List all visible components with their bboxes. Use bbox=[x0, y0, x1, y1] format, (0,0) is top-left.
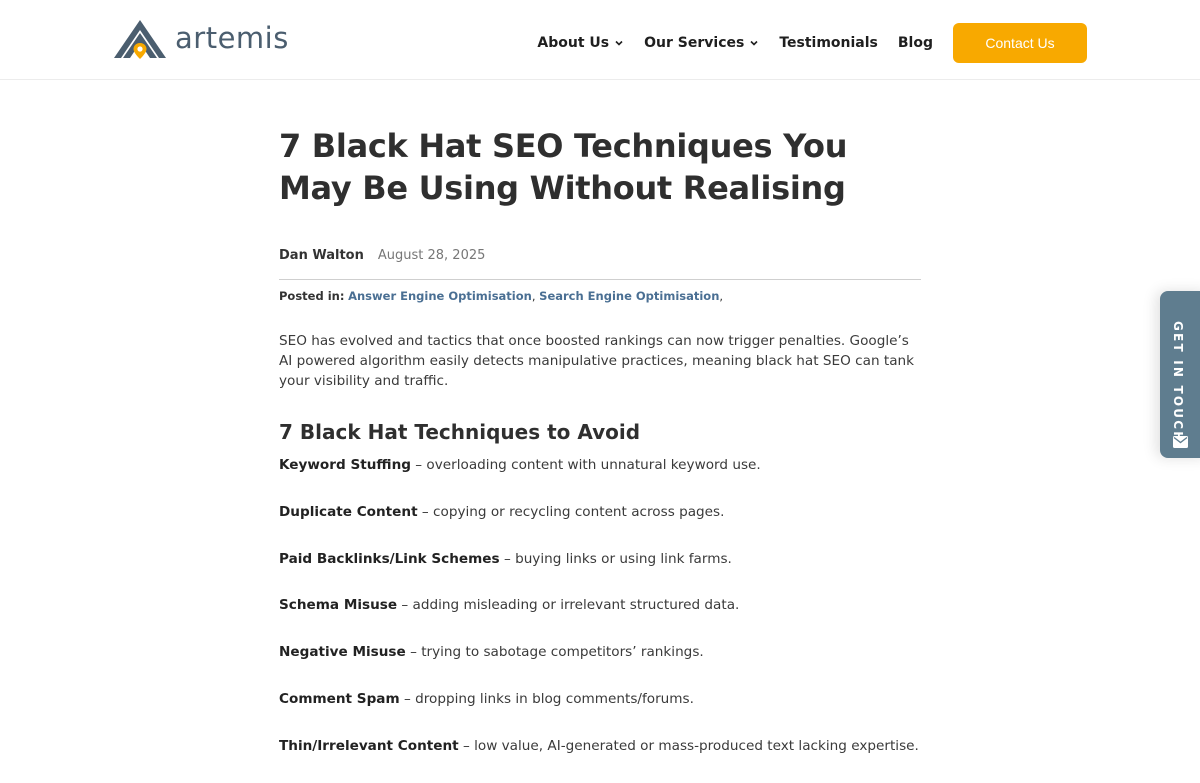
technique-desc: – overloading content with unnatural key… bbox=[410, 457, 761, 473]
envelope-icon bbox=[1173, 436, 1188, 448]
chevron-down-icon bbox=[615, 40, 623, 46]
brand-name: artemis bbox=[175, 21, 289, 55]
posted-in: Posted in: Answer Engine Optimisation, S… bbox=[279, 289, 724, 303]
article-title: 7 Black Hat SEO Techniques You May Be Us… bbox=[279, 127, 848, 207]
technique-term: Negative Misuse bbox=[279, 644, 406, 661]
meta-divider bbox=[279, 279, 921, 280]
nav-blog-label: Blog bbox=[897, 35, 933, 51]
posted-in-label: Posted in: bbox=[279, 289, 345, 303]
site-header: artemis About Us Our Services Testimonia… bbox=[0, 0, 1200, 80]
technique-term: Schema Misuse bbox=[279, 597, 398, 614]
nav-about-us[interactable]: About Us bbox=[537, 35, 624, 51]
category-link-answer-engine-optimisation[interactable]: Answer Engine Optimisation bbox=[348, 289, 532, 303]
article-meta: Dan Walton August 28, 2025 bbox=[279, 245, 921, 265]
article-author[interactable]: Dan Walton bbox=[279, 248, 364, 263]
technique-term: Duplicate Content bbox=[279, 503, 418, 520]
nav-testimonials[interactable]: Testimonials bbox=[779, 35, 878, 51]
category-link-search-engine-optimisation[interactable]: Search Engine Optimisation bbox=[539, 289, 719, 303]
technique-desc: – copying or recycling content across pa… bbox=[417, 503, 725, 520]
get-in-touch-label: GET IN TOUCH bbox=[1171, 321, 1185, 444]
section-heading: 7 Black Hat Techniques to Avoid bbox=[279, 420, 641, 444]
technique-desc: – low value, AI-generated or mass-produc… bbox=[458, 737, 919, 754]
technique-desc: – trying to sabotage competitors’ rankin… bbox=[405, 644, 704, 661]
list-item: Paid Backlinks/Link Schemes – buying lin… bbox=[279, 549, 921, 596]
article: 7 Black Hat SEO Techniques You May Be Us… bbox=[279, 125, 921, 783]
technique-desc: – buying links or using link farms. bbox=[499, 550, 732, 567]
main-nav: About Us Our Services Testimonials Blog … bbox=[537, 23, 1087, 63]
technique-desc: – adding misleading or irrelevant struct… bbox=[397, 597, 740, 614]
list-item: Schema Misuse – adding misleading or irr… bbox=[279, 595, 921, 642]
list-item: Comment Spam – dropping links in blog co… bbox=[279, 689, 921, 736]
technique-term: Paid Backlinks/Link Schemes bbox=[279, 550, 500, 567]
nav-testimonials-label: Testimonials bbox=[779, 35, 878, 51]
article-intro: SEO has evolved and tactics that once bo… bbox=[279, 333, 915, 389]
technique-desc: – dropping links in blog comments/forums… bbox=[399, 690, 694, 707]
technique-term: Comment Spam bbox=[279, 690, 400, 707]
list-item: Thin/Irrelevant Content – low value, AI-… bbox=[279, 736, 921, 783]
technique-term: Keyword Stuffing bbox=[279, 457, 411, 473]
nav-our-services-label: Our Services bbox=[644, 35, 745, 51]
contact-us-button[interactable]: Contact Us bbox=[953, 23, 1087, 63]
brand-logo[interactable]: artemis bbox=[113, 16, 289, 60]
nav-blog[interactable]: Blog bbox=[898, 35, 933, 51]
list-item: Keyword Stuffing – overloading content w… bbox=[279, 455, 921, 502]
nav-about-us-label: About Us bbox=[537, 35, 610, 51]
article-date: August 28, 2025 bbox=[377, 247, 486, 263]
chevron-down-icon bbox=[750, 40, 758, 46]
technique-term: Thin/Irrelevant Content bbox=[279, 737, 459, 754]
get-in-touch-tab[interactable]: GET IN TOUCH bbox=[1160, 291, 1200, 458]
nav-our-services[interactable]: Our Services bbox=[644, 35, 759, 51]
list-item: Negative Misuse – trying to sabotage com… bbox=[279, 642, 921, 689]
artemis-logo-icon bbox=[114, 20, 166, 59]
list-item: Duplicate Content – copying or recycling… bbox=[279, 502, 921, 549]
techniques-list: Keyword Stuffing – overloading content w… bbox=[279, 455, 921, 783]
